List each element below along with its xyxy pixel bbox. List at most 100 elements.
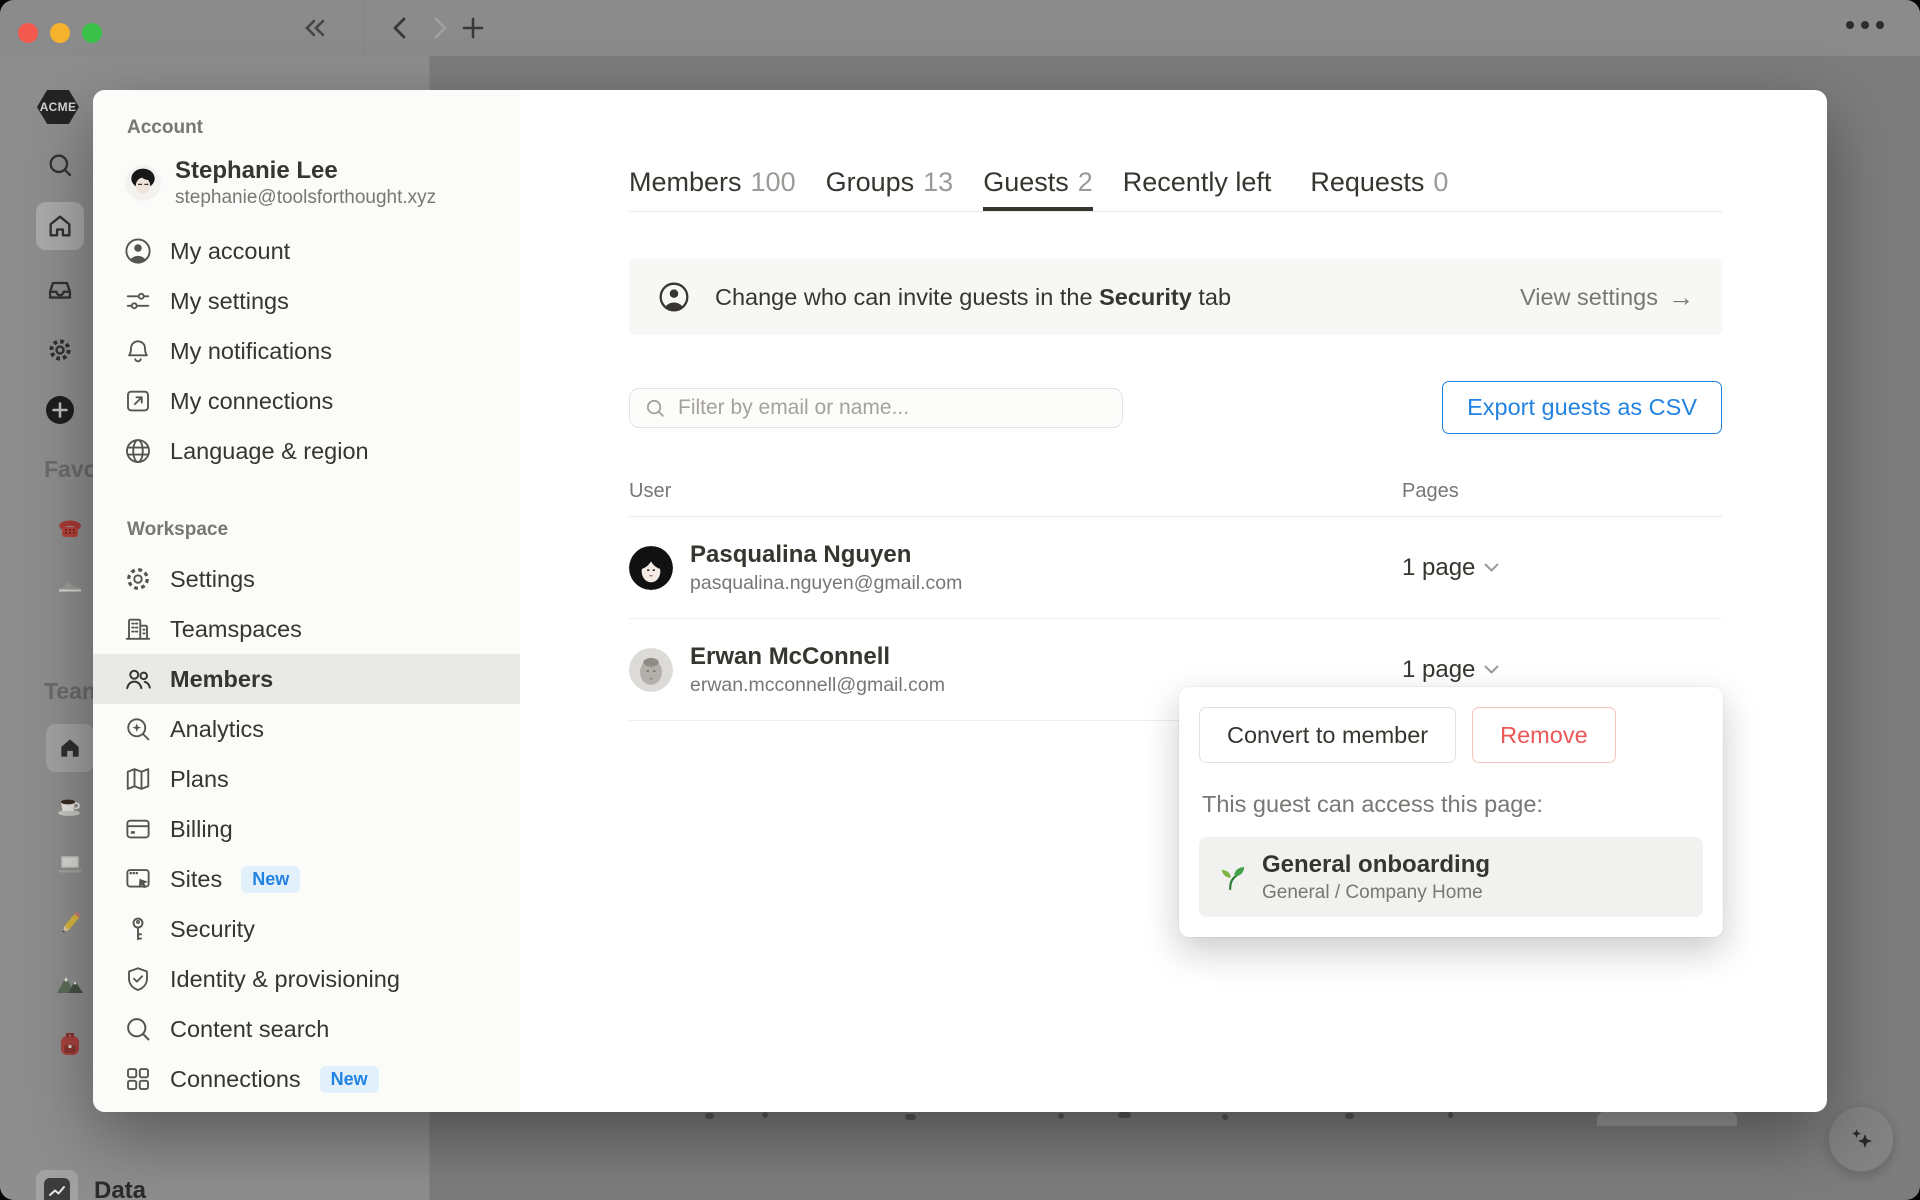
people-icon bbox=[123, 664, 153, 694]
guest-name: Erwan McConnell bbox=[690, 643, 891, 670]
sidebar-item-language-region[interactable]: Language & region bbox=[93, 426, 520, 476]
sidebar-item-plans[interactable]: Plans bbox=[93, 754, 520, 804]
collapse-sidebar-icon[interactable] bbox=[300, 14, 330, 42]
laptop-emoji-icon[interactable] bbox=[46, 840, 94, 888]
key-icon bbox=[123, 914, 153, 944]
accessible-page-item[interactable]: General onboarding General / Company Hom… bbox=[1199, 837, 1703, 917]
forward-icon[interactable] bbox=[426, 15, 452, 41]
tab-recently-left[interactable]: Recently left bbox=[1123, 165, 1281, 211]
arrow-right-icon: → bbox=[1668, 281, 1694, 312]
background-artifact bbox=[1597, 1112, 1737, 1126]
sidebar-item-my-connections[interactable]: My connections bbox=[93, 376, 520, 426]
sidebar-item-my-settings[interactable]: My settings bbox=[93, 276, 520, 326]
guest-actions-popover: Convert to member Remove This guest can … bbox=[1179, 687, 1723, 937]
sidebar-item-label: Plans bbox=[170, 765, 229, 792]
pages-dropdown[interactable]: 1 page bbox=[1402, 554, 1722, 582]
current-user-row: Stephanie Lee stephanie@toolsforthought.… bbox=[123, 152, 490, 214]
tab-groups[interactable]: Groups 13 bbox=[826, 165, 954, 211]
more-options-icon[interactable] bbox=[1846, 21, 1884, 29]
workspace-items: Settings Teamspaces Members Analytics Pl… bbox=[93, 554, 520, 1104]
tab-count: 100 bbox=[750, 167, 796, 197]
sidebar-item-label: My connections bbox=[170, 387, 334, 414]
page-title: General onboarding bbox=[1262, 851, 1491, 878]
sidebar-item-my-notifications[interactable]: My notifications bbox=[93, 326, 520, 376]
background-artifact bbox=[1345, 1113, 1354, 1119]
sidebar-item-label: My notifications bbox=[170, 337, 332, 364]
app-window: ACME Favo Tean Data Account Stephanie Le… bbox=[0, 0, 1920, 1200]
sidebar-item-billing[interactable]: Billing bbox=[93, 804, 520, 854]
remove-guest-button[interactable]: Remove bbox=[1472, 707, 1616, 763]
pencil-emoji-icon[interactable] bbox=[46, 900, 94, 948]
sidebar-item-label: Billing bbox=[170, 815, 233, 842]
background-artifact bbox=[762, 1112, 768, 1118]
globe-icon bbox=[123, 436, 153, 466]
sidebar-item-security[interactable]: Security bbox=[93, 904, 520, 954]
sidebar-item-content-search[interactable]: Content search bbox=[93, 1004, 520, 1054]
sidebar-item-label: Settings bbox=[170, 565, 255, 592]
export-guests-csv-button[interactable]: Export guests as CSV bbox=[1442, 381, 1722, 434]
search-icon[interactable] bbox=[36, 141, 84, 189]
chevron-down-icon bbox=[1484, 563, 1499, 572]
new-page-icon[interactable] bbox=[36, 386, 84, 434]
sidebar-item-label: Teamspaces bbox=[170, 615, 302, 642]
sidebar-item-label: Members bbox=[170, 665, 274, 692]
mountain-emoji-icon[interactable] bbox=[46, 960, 94, 1008]
tab-guests[interactable]: Guests 2 bbox=[983, 165, 1093, 211]
view-settings-link[interactable]: View settings → bbox=[1520, 282, 1694, 313]
background-artifact bbox=[1058, 1113, 1064, 1119]
sidebar-item-data[interactable]: Data bbox=[36, 1170, 146, 1200]
sidebar-item-identity-provisioning[interactable]: Identity & provisioning bbox=[93, 954, 520, 1004]
pages-count: 1 page bbox=[1402, 655, 1476, 683]
new-tab-icon[interactable] bbox=[460, 15, 486, 41]
home-icon[interactable] bbox=[36, 202, 84, 250]
tab-requests[interactable]: Requests 0 bbox=[1310, 165, 1448, 211]
sidebar-item-teamspaces[interactable]: Teamspaces bbox=[93, 604, 520, 654]
user-email: stephanie@toolsforthought.xyz bbox=[175, 187, 437, 208]
building-icon bbox=[123, 614, 153, 644]
sidebar-item-label: My account bbox=[170, 237, 291, 264]
teamspaces-section-label: Tean bbox=[44, 678, 96, 704]
pages-dropdown[interactable]: 1 page bbox=[1402, 656, 1722, 684]
backpack-emoji-icon[interactable] bbox=[46, 1020, 94, 1068]
telephone-emoji-icon[interactable] bbox=[46, 504, 94, 552]
guest-filter-input[interactable] bbox=[678, 395, 1108, 420]
person-circle-icon bbox=[123, 236, 153, 266]
sidebar-item-label: Analytics bbox=[170, 715, 265, 742]
minimize-window-button[interactable] bbox=[50, 23, 70, 43]
sidebar-item-my-account[interactable]: My account bbox=[93, 226, 520, 276]
settings-gear-icon[interactable] bbox=[36, 326, 84, 374]
guest-invite-banner: Change who can invite guests in the Secu… bbox=[629, 259, 1722, 335]
background-artifact bbox=[905, 1114, 916, 1120]
sidebar-item-analytics[interactable]: Analytics bbox=[93, 704, 520, 754]
background-artifact bbox=[1222, 1114, 1228, 1120]
guest-filter-field[interactable] bbox=[629, 387, 1123, 428]
sidebar-item-label: Connections bbox=[170, 1065, 301, 1092]
sidebar-item-connections[interactable]: Connections New bbox=[93, 1054, 520, 1104]
guest-name: Pasqualina Nguyen bbox=[690, 541, 912, 568]
sidebar-item-members[interactable]: Members bbox=[93, 654, 520, 704]
zoom-window-button[interactable] bbox=[82, 23, 102, 43]
column-header-pages: Pages bbox=[1402, 480, 1459, 502]
sidebar-item-settings[interactable]: Settings bbox=[93, 554, 520, 604]
guest-access-caption: This guest can access this page: bbox=[1202, 791, 1543, 817]
sidebar-item-label: Security bbox=[170, 915, 255, 942]
column-header-user: User bbox=[629, 480, 672, 502]
search-icon bbox=[644, 397, 666, 419]
titlebar-divider bbox=[363, 0, 364, 56]
convert-to-member-button[interactable]: Convert to member bbox=[1199, 707, 1457, 763]
coffee-emoji-icon[interactable] bbox=[46, 782, 94, 830]
ai-assistant-button[interactable] bbox=[1828, 1106, 1894, 1172]
sidebar-item-sites[interactable]: Sites New bbox=[93, 854, 520, 904]
back-icon[interactable] bbox=[388, 15, 414, 41]
tab-members[interactable]: Members 100 bbox=[629, 165, 796, 211]
sliders-icon bbox=[123, 286, 153, 316]
sidebar-item-label: Data bbox=[94, 1177, 147, 1200]
sneaker-emoji-icon[interactable] bbox=[46, 562, 94, 610]
user-name: Stephanie Lee bbox=[175, 157, 338, 184]
avatar bbox=[125, 165, 161, 201]
inbox-icon[interactable] bbox=[36, 266, 84, 314]
tab-count: 0 bbox=[1433, 167, 1449, 197]
workspace-logo[interactable]: ACME bbox=[37, 90, 79, 124]
close-window-button[interactable] bbox=[18, 23, 38, 43]
teamspace-home-icon[interactable] bbox=[46, 724, 94, 772]
